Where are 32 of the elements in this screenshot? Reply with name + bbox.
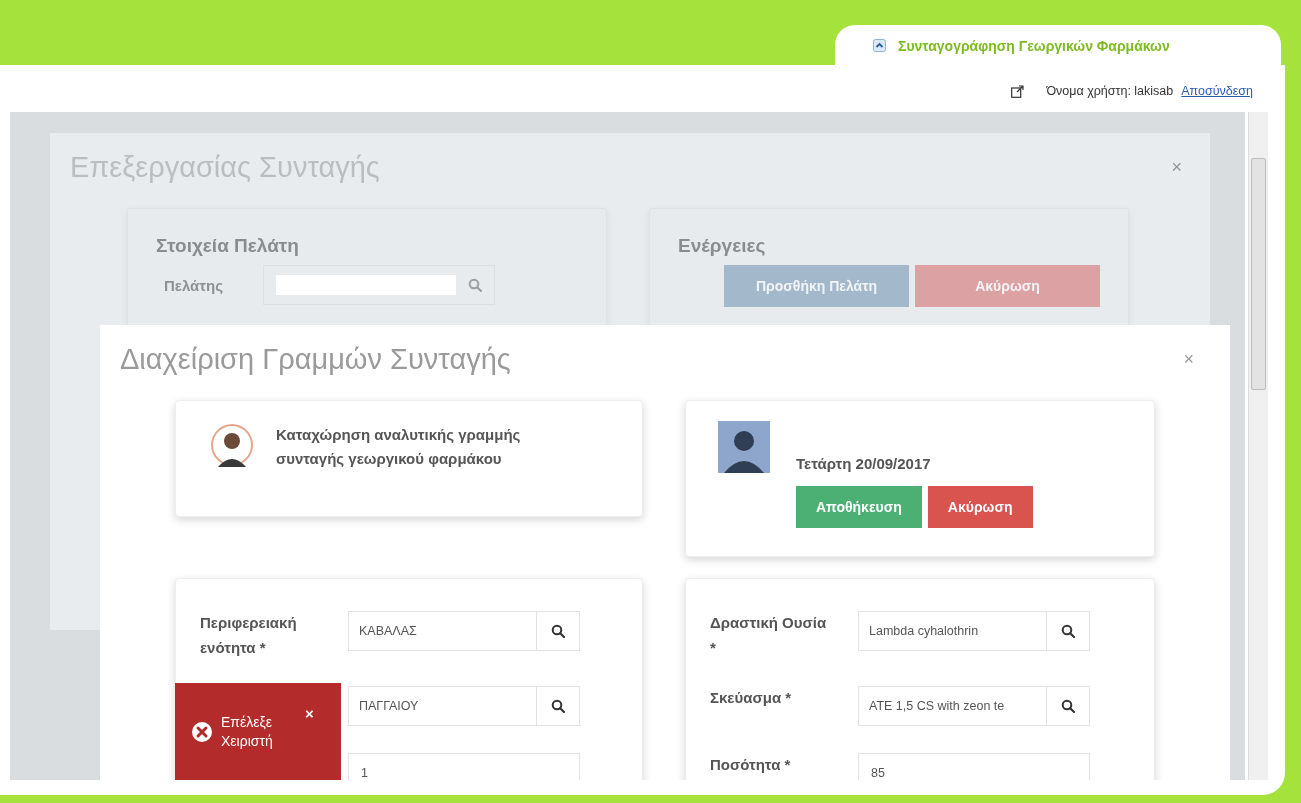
external-link-icon[interactable] — [1011, 84, 1025, 98]
input-field[interactable]: 1 — [348, 752, 580, 780]
scrollbar[interactable] — [1248, 112, 1268, 780]
search-icon[interactable] — [1061, 624, 1075, 638]
username-label: Όνομα χρήστη: lakisab — [1046, 84, 1174, 98]
field-label: Περιφερειακή ενότητα * — [200, 613, 298, 658]
customer-field[interactable] — [263, 265, 495, 305]
error-icon — [191, 720, 213, 743]
panel-title: Στοιχεία Πελάτη — [156, 235, 300, 257]
search-icon[interactable] — [551, 698, 565, 713]
toast-message: Επέλεξε Χειριστή — [221, 712, 274, 751]
lookup-field[interactable]: Lambda cyhalothrin — [858, 611, 1090, 651]
field-label: Δραστική Ουσία * — [710, 613, 828, 658]
date-text: Τετάρτη 20/09/2017 — [796, 455, 931, 472]
user-avatar-icon — [718, 421, 770, 473]
field-label: Πελάτης — [164, 276, 223, 294]
close-button[interactable]: × — [305, 705, 314, 722]
input-field[interactable]: 85 — [858, 752, 1090, 780]
app-title: Συνταγογράφηση Γεωργικών Φαρμάκων — [898, 37, 1170, 54]
logout-link[interactable]: Αποσύνδεση — [1181, 84, 1253, 98]
panel-title: Ενέργειες — [678, 235, 767, 257]
search-icon[interactable] — [551, 624, 565, 638]
action-button[interactable]: Ακύρωση — [927, 486, 1033, 528]
lookup-field[interactable]: ATE 1,5 CS with zeon te — [858, 685, 1090, 726]
intro-text: Καταχώρηση αναλυτικής γραμμής συνταγής γεωργικού φαρμάκου — [276, 425, 522, 469]
lookup-field[interactable]: ΠΑΓΓΑΙΟΥ — [348, 685, 580, 726]
collapse-icon[interactable] — [873, 39, 886, 52]
dialog-title: Διαχείριση Γραμμών Συνταγής — [120, 343, 511, 376]
search-icon[interactable] — [1061, 698, 1075, 713]
lookup-field[interactable]: ΚΑΒΑΛΑΣ — [348, 611, 580, 651]
field-label: Ποσότητα * — [710, 754, 792, 775]
field-label: Σκεύασμα * — [710, 687, 793, 708]
